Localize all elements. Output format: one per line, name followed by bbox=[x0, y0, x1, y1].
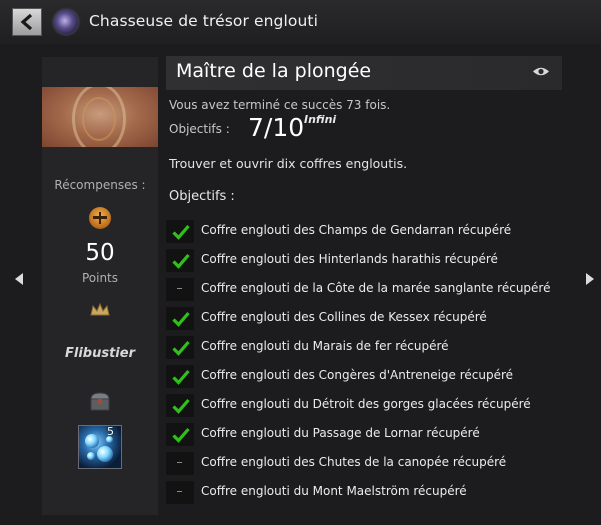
objective-status bbox=[166, 278, 194, 301]
category-emblem-icon bbox=[54, 10, 78, 34]
title-reward: Flibustier bbox=[65, 346, 135, 361]
arrow-left-icon[interactable] bbox=[15, 273, 23, 285]
crown-icon bbox=[90, 302, 110, 316]
bubble bbox=[85, 434, 99, 448]
objective-status bbox=[166, 481, 194, 504]
points-label: Points bbox=[81, 271, 119, 285]
achievement-title: Maître de la plongée bbox=[176, 60, 372, 82]
objective-text: Coffre englouti du Mont Maelström récupé… bbox=[201, 484, 467, 498]
check-icon bbox=[172, 224, 190, 240]
objective-text: Coffre englouti du Détroit des gorges gl… bbox=[201, 397, 531, 411]
check-icon bbox=[172, 311, 190, 327]
objective-row: Coffre englouti de la Côte de la marée s… bbox=[166, 275, 566, 304]
objective-repeat-label: Infini bbox=[304, 113, 337, 126]
check-icon bbox=[172, 398, 190, 414]
bubble bbox=[87, 452, 95, 460]
objective-status bbox=[166, 365, 194, 388]
achievement-points-icon bbox=[89, 207, 111, 229]
achievement-image bbox=[42, 87, 158, 147]
objective-label: Objectifs : bbox=[169, 122, 230, 136]
reward-count: 5 bbox=[107, 425, 114, 438]
objectives-list: Coffre englouti des Champs de Gendarran … bbox=[166, 217, 566, 507]
objective-row: Coffre englouti du Marais de fer récupér… bbox=[166, 333, 566, 362]
objective-text: Coffre englouti des Congères d'Antreneig… bbox=[201, 368, 514, 382]
objective-text: Coffre englouti des Champs de Gendarran … bbox=[201, 223, 512, 237]
objective-row: Coffre englouti des Chutes de la canopée… bbox=[166, 449, 566, 478]
image-ring-inner bbox=[82, 97, 116, 141]
objective-text: Coffre englouti des Hinterlands harathis… bbox=[201, 252, 498, 266]
objective-row: Coffre englouti du Mont Maelström récupé… bbox=[166, 478, 566, 507]
objective-status bbox=[166, 394, 194, 417]
chevron-left-icon bbox=[20, 14, 33, 30]
objective-status bbox=[166, 249, 194, 272]
bubble bbox=[97, 446, 113, 462]
chest-icon bbox=[90, 392, 110, 411]
dash-icon bbox=[177, 462, 182, 463]
objective-text: Coffre englouti du Passage de Lornar réc… bbox=[201, 426, 480, 440]
category-title: Chasseuse de trésor englouti bbox=[89, 12, 318, 30]
eye-icon[interactable] bbox=[532, 66, 550, 77]
objective-status bbox=[166, 336, 194, 359]
reward-item[interactable] bbox=[78, 425, 122, 469]
objective-text: Coffre englouti du Marais de fer récupér… bbox=[201, 339, 449, 353]
objective-row: Coffre englouti des Champs de Gendarran … bbox=[166, 217, 566, 246]
objectives-heading: Objectifs : bbox=[169, 189, 235, 204]
achievement-description: Trouver et ouvrir dix coffres engloutis. bbox=[169, 156, 408, 171]
completed-text: Vous avez terminé ce succès 73 fois. bbox=[169, 98, 391, 112]
objective-text: Coffre englouti des Collines de Kessex r… bbox=[201, 310, 487, 324]
back-button[interactable] bbox=[12, 8, 42, 36]
objective-count: 7/10 bbox=[248, 113, 305, 142]
objective-text: Coffre englouti des Chutes de la canopée… bbox=[201, 455, 507, 469]
objective-status bbox=[166, 307, 194, 330]
objective-row: Coffre englouti du Détroit des gorges gl… bbox=[166, 391, 566, 420]
arrow-right-icon[interactable] bbox=[586, 273, 594, 285]
objective-status bbox=[166, 423, 194, 446]
objective-row: Coffre englouti des Collines de Kessex r… bbox=[166, 304, 566, 333]
dash-icon bbox=[177, 491, 182, 492]
check-icon bbox=[172, 427, 190, 443]
check-icon bbox=[172, 340, 190, 356]
objective-row: Coffre englouti du Passage de Lornar réc… bbox=[166, 420, 566, 449]
objective-text: Coffre englouti de la Côte de la marée s… bbox=[201, 281, 551, 295]
objective-row: Coffre englouti des Hinterlands harathis… bbox=[166, 246, 566, 275]
check-icon bbox=[172, 253, 190, 269]
check-icon bbox=[172, 369, 190, 385]
points-value: 50 bbox=[85, 240, 115, 266]
objective-status bbox=[166, 220, 194, 243]
rewards-label: Récompenses : bbox=[54, 178, 146, 192]
objective-row: Coffre englouti des Congères d'Antreneig… bbox=[166, 362, 566, 391]
dash-icon bbox=[177, 288, 182, 289]
objective-status bbox=[166, 452, 194, 475]
